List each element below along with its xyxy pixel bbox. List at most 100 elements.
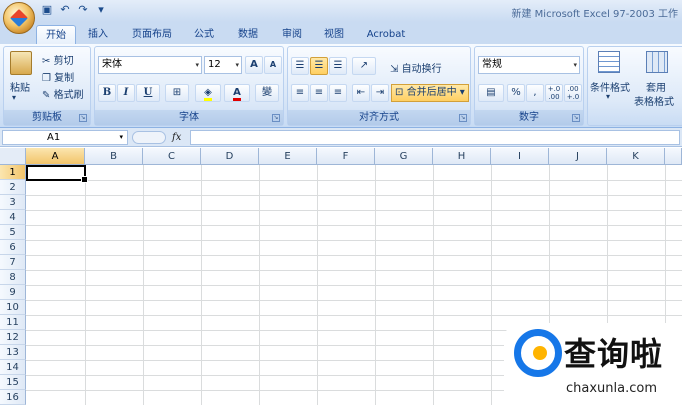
table-format-label-1[interactable]: 套用: [646, 79, 666, 94]
save-icon[interactable]: ▣: [40, 3, 54, 17]
increase-decimal-button[interactable]: +.0 .00: [545, 84, 563, 102]
currency-button[interactable]: ▤: [478, 84, 504, 102]
font-launcher-icon[interactable]: ↘: [272, 114, 280, 122]
cut-button[interactable]: ✂ 剪切: [42, 52, 74, 67]
column-header[interactable]: E: [259, 148, 317, 165]
orientation-icon[interactable]: ↗: [352, 57, 376, 75]
column-header[interactable]: J: [549, 148, 607, 165]
conditional-dropdown-icon[interactable]: ▾: [606, 92, 610, 101]
paste-button[interactable]: 粘贴: [10, 79, 30, 94]
wrap-text-button[interactable]: ⇲ 自动换行: [390, 60, 442, 75]
underline-button[interactable]: U: [136, 84, 160, 102]
shrink-font-button[interactable]: A: [264, 56, 282, 74]
align-right-icon[interactable]: ≡: [329, 84, 347, 102]
tab-acrobat[interactable]: Acrobat: [358, 25, 414, 44]
title-bar: ▣ ↶ ↷ ▾ 新建 Microsoft Excel 97-2003 工作: [0, 0, 682, 22]
row-header[interactable]: 7: [0, 255, 26, 270]
tab-view[interactable]: 视图: [316, 25, 352, 44]
paste-icon[interactable]: [10, 51, 32, 75]
row-header[interactable]: 1: [0, 165, 26, 180]
row-header[interactable]: 11: [0, 315, 26, 330]
chaxunla-logo-icon: [514, 329, 562, 377]
row-header[interactable]: 15: [0, 375, 26, 390]
customize-icon[interactable]: ▾: [94, 3, 108, 17]
clipboard-launcher-icon[interactable]: ↘: [79, 114, 87, 122]
column-header[interactable]: H: [433, 148, 491, 165]
align-bottom-icon[interactable]: ☰: [329, 57, 347, 75]
office-button[interactable]: [3, 2, 35, 34]
decrease-indent-icon[interactable]: ⇤: [352, 84, 370, 102]
copy-button[interactable]: ❐ 复制: [42, 69, 74, 84]
increase-indent-icon[interactable]: ⇥: [371, 84, 389, 102]
align-center-icon[interactable]: ≡: [310, 84, 328, 102]
active-cell[interactable]: [26, 165, 88, 183]
percent-button[interactable]: %: [507, 84, 525, 102]
bold-button[interactable]: B: [98, 84, 116, 102]
formula-input[interactable]: [190, 130, 680, 145]
ribbon: 粘贴 ▾ ✂ 剪切 ❐ 复制 ✎ 格式刷 剪贴板 ↘ 宋体 ▾ 12 ▾ A A B…: [0, 44, 682, 128]
row-header[interactable]: 13: [0, 345, 26, 360]
font-color-button[interactable]: A: [224, 84, 250, 102]
decrease-decimal-button[interactable]: .00 +.0: [564, 84, 582, 102]
row-header[interactable]: 4: [0, 210, 26, 225]
phonetic-button[interactable]: 變: [255, 84, 279, 102]
row-header[interactable]: 12: [0, 330, 26, 345]
tab-review[interactable]: 审阅: [274, 25, 310, 44]
italic-button[interactable]: I: [117, 84, 135, 102]
number-format-select[interactable]: 常规 ▾: [478, 56, 580, 74]
tab-formulas[interactable]: 公式: [186, 25, 222, 44]
format-painter-button[interactable]: ✎ 格式刷: [42, 86, 84, 101]
align-middle-icon[interactable]: ☰: [310, 57, 328, 75]
tab-page-layout[interactable]: 页面布局: [124, 25, 180, 44]
column-header[interactable]: C: [143, 148, 201, 165]
number-launcher-icon[interactable]: ↘: [572, 114, 580, 122]
column-header[interactable]: I: [491, 148, 549, 165]
font-name-select[interactable]: 宋体 ▾: [98, 56, 202, 74]
column-header[interactable]: K: [607, 148, 665, 165]
table-format-icon[interactable]: [646, 51, 668, 73]
redo-icon[interactable]: ↷: [76, 3, 90, 17]
column-header[interactable]: [665, 148, 682, 165]
comma-button[interactable]: ,: [526, 84, 544, 102]
grow-font-label: A: [250, 59, 258, 70]
insert-function-icon[interactable]: fx: [172, 130, 188, 145]
tab-insert[interactable]: 插入: [80, 25, 116, 44]
formula-bar: A1 ▾ fx: [0, 128, 682, 147]
grid-line: [26, 225, 682, 226]
font-group: 宋体 ▾ 12 ▾ A A B I U ⊞ ◈ A 變 字体 ↘: [94, 46, 284, 126]
row-header[interactable]: 16: [0, 390, 26, 405]
undo-icon[interactable]: ↶: [58, 3, 72, 17]
table-format-button[interactable]: 表格格式: [634, 93, 674, 108]
paste-dropdown-icon[interactable]: ▾: [12, 93, 16, 102]
column-header[interactable]: G: [375, 148, 433, 165]
column-header[interactable]: D: [201, 148, 259, 165]
tab-home[interactable]: 开始: [36, 25, 76, 44]
tab-data[interactable]: 数据: [230, 25, 266, 44]
row-header[interactable]: 3: [0, 195, 26, 210]
border-button[interactable]: ⊞: [165, 84, 189, 102]
cut-label: 剪切: [53, 56, 74, 67]
office-logo-icon: [9, 8, 29, 28]
select-all-corner[interactable]: [0, 148, 26, 165]
column-header[interactable]: F: [317, 148, 375, 165]
font-size-select[interactable]: 12 ▾: [204, 56, 242, 74]
align-top-icon[interactable]: ☰: [291, 57, 309, 75]
row-header[interactable]: 14: [0, 360, 26, 375]
grow-font-button[interactable]: A: [245, 56, 263, 74]
column-header[interactable]: A: [26, 148, 85, 165]
merge-center-button[interactable]: ⊡ 合并后居中 ▾: [391, 84, 469, 102]
row-header[interactable]: 2: [0, 180, 26, 195]
row-header[interactable]: 9: [0, 285, 26, 300]
formula-resize-handle[interactable]: [132, 131, 166, 144]
fill-color-button[interactable]: ◈: [195, 84, 221, 102]
name-box[interactable]: A1 ▾: [2, 130, 128, 145]
alignment-launcher-icon[interactable]: ↘: [459, 114, 467, 122]
align-left-icon[interactable]: ≡: [291, 84, 309, 102]
column-header[interactable]: B: [85, 148, 143, 165]
row-header[interactable]: 8: [0, 270, 26, 285]
row-header[interactable]: 6: [0, 240, 26, 255]
conditional-format-icon[interactable]: [598, 51, 620, 73]
row-header[interactable]: 10: [0, 300, 26, 315]
merge-center-label: 合并后居中: [406, 87, 457, 98]
row-header[interactable]: 5: [0, 225, 26, 240]
